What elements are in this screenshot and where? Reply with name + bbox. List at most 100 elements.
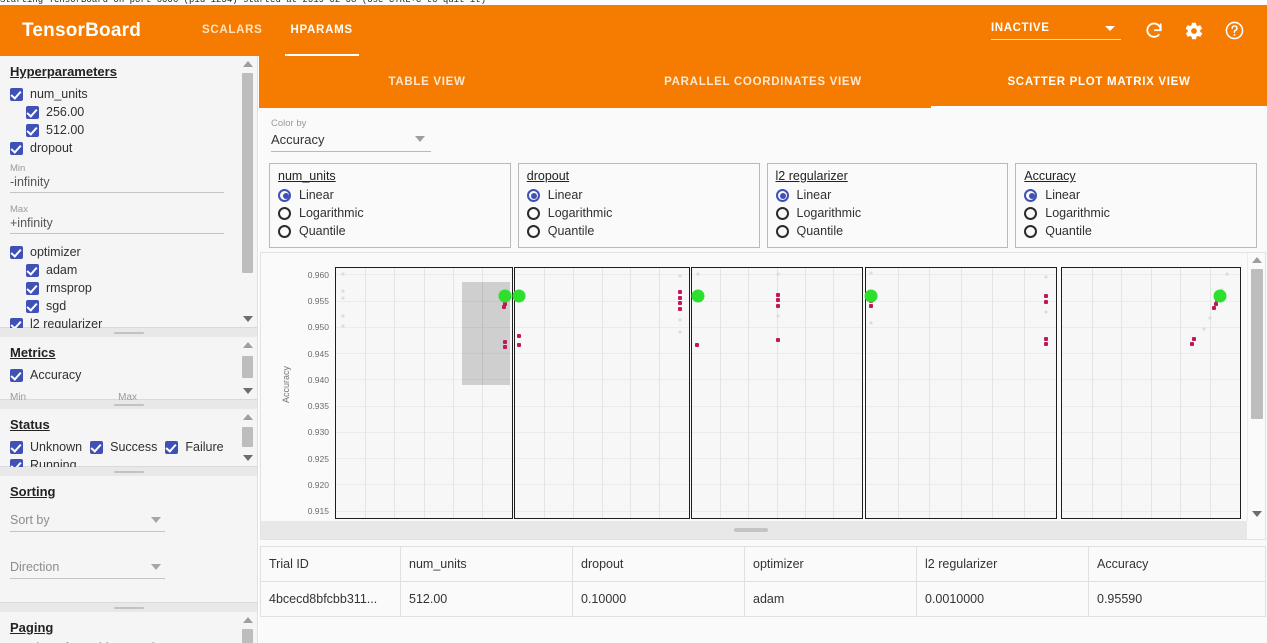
hparam-checkbox-num_units[interactable]: num_units	[10, 85, 247, 103]
panel-resize-grip[interactable]	[0, 603, 257, 612]
radio-icon[interactable]	[526, 224, 540, 238]
scrollbar-thumb[interactable]	[242, 73, 253, 273]
radio-l2-logarithmic[interactable]: Logarithmic	[775, 204, 1000, 222]
radio-accuracy-logarithmic[interactable]: Logarithmic	[1024, 204, 1248, 222]
scatter-point[interactable]	[678, 290, 683, 295]
column-header-accuracy[interactable]: Accuracy	[1088, 546, 1266, 582]
scatter-point[interactable]	[869, 271, 873, 275]
matrix-horizontal-scrollbar[interactable]	[261, 521, 1247, 539]
scatter-point[interactable]	[678, 306, 683, 311]
scatter-point[interactable]	[776, 303, 781, 308]
checkbox-icon[interactable]	[26, 263, 39, 277]
direction-select[interactable]: Direction	[10, 560, 165, 579]
scatter-point[interactable]	[776, 314, 780, 318]
panel-resize-grip[interactable]	[0, 467, 257, 476]
scatter-point[interactable]	[691, 289, 705, 303]
hparam-value-256[interactable]: 256.00	[10, 103, 247, 121]
hparam-value-rmsprop[interactable]: rmsprop	[10, 279, 247, 297]
scatter-point[interactable]	[868, 303, 873, 308]
nav-tab-scalars[interactable]: SCALARS	[188, 5, 277, 56]
scatter-point[interactable]	[696, 272, 700, 276]
scatter-point[interactable]	[776, 298, 781, 303]
checkbox-icon[interactable]	[26, 281, 39, 295]
radio-icon[interactable]	[526, 188, 540, 202]
scatter-point[interactable]	[1044, 342, 1049, 347]
scatter-point[interactable]	[869, 321, 873, 325]
table-row[interactable]: 4bcecd8bfcbb311... 512.00 0.10000 adam 0…	[260, 581, 1266, 617]
scatter-point[interactable]	[1213, 289, 1227, 303]
radio-icon[interactable]	[775, 206, 789, 220]
tab-table-view[interactable]: TABLE VIEW	[259, 56, 595, 108]
scrollbar-thumb[interactable]	[1251, 269, 1263, 419]
checkbox-icon[interactable]	[10, 141, 23, 155]
hparam-value-sgd[interactable]: sgd	[10, 297, 247, 315]
radio-icon[interactable]	[1024, 206, 1038, 220]
checkbox-icon[interactable]	[10, 87, 23, 101]
status-checkbox-failure[interactable]: Failure	[165, 438, 224, 456]
panel-resize-grip[interactable]	[0, 400, 257, 409]
status-scrollbar[interactable]	[241, 414, 255, 461]
scrollbar-thumb[interactable]	[242, 427, 253, 447]
scatter-point[interactable]	[694, 342, 699, 347]
metrics-scrollbar[interactable]	[241, 342, 255, 394]
radio-icon[interactable]	[278, 224, 291, 238]
panel-resize-grip[interactable]	[0, 328, 257, 337]
checkbox-icon[interactable]	[10, 245, 23, 259]
scatter-point[interactable]	[1208, 316, 1212, 320]
scroll-down-icon[interactable]	[243, 316, 253, 322]
hparam-value-512[interactable]: 512.00	[10, 121, 247, 139]
scatter-point[interactable]	[341, 296, 345, 300]
scatter-point[interactable]	[1191, 337, 1196, 342]
scatter-point[interactable]	[341, 314, 345, 318]
scatter-point[interactable]	[678, 295, 683, 300]
scatter-point[interactable]	[498, 289, 512, 303]
tab-scatter-plot-matrix-view[interactable]: SCATTER PLOT MATRIX VIEW	[931, 56, 1267, 108]
scroll-up-icon[interactable]	[243, 617, 253, 623]
sort-by-select[interactable]: Sort by	[10, 513, 165, 532]
dropout-min-field[interactable]: Min -infinity	[10, 163, 247, 193]
radio-icon[interactable]	[775, 188, 789, 202]
scatter-point[interactable]	[341, 324, 345, 328]
scatter-cell[interactable]	[864, 267, 1057, 519]
scroll-down-icon[interactable]	[243, 455, 253, 461]
matrix-vertical-scrollbar[interactable]	[1247, 253, 1265, 521]
scatter-plot-matrix[interactable]: Accuracy 0.960 0.955 0.950 0.945 0.940 0.935 0…	[260, 252, 1266, 540]
scatter-point[interactable]	[1190, 341, 1195, 346]
radio-num_units-quantile[interactable]: Quantile	[278, 222, 502, 240]
scroll-up-icon[interactable]	[243, 414, 253, 420]
radio-icon[interactable]	[775, 224, 789, 238]
nav-tab-hparams[interactable]: HPARAMS	[277, 5, 367, 56]
radio-num_units-logarithmic[interactable]: Logarithmic	[278, 204, 502, 222]
scrollbar-thumb[interactable]	[242, 356, 253, 378]
scatter-point[interactable]	[502, 305, 507, 310]
scatter-point[interactable]	[517, 342, 522, 347]
scatter-point[interactable]	[502, 344, 507, 349]
radio-icon[interactable]	[278, 206, 291, 220]
scatter-point[interactable]	[512, 289, 526, 303]
scroll-down-icon[interactable]	[243, 388, 253, 394]
checkbox-icon[interactable]	[10, 440, 23, 454]
radio-dropout-logarithmic[interactable]: Logarithmic	[526, 204, 751, 222]
help-icon[interactable]	[1221, 18, 1247, 44]
scatter-point[interactable]	[864, 289, 878, 303]
radio-icon[interactable]	[278, 188, 291, 202]
scatter-point[interactable]	[1044, 294, 1049, 298]
hparam-checkbox-optimizer[interactable]: optimizer	[10, 243, 247, 261]
scatter-point[interactable]	[502, 339, 507, 344]
hparam-checkbox-dropout[interactable]: dropout	[10, 139, 247, 157]
radio-dropout-quantile[interactable]: Quantile	[526, 222, 751, 240]
scatter-point[interactable]	[678, 318, 682, 322]
scatter-point[interactable]	[341, 289, 345, 293]
scatter-cell[interactable]	[335, 267, 513, 519]
scatter-point[interactable]	[1212, 305, 1217, 310]
radio-l2-quantile[interactable]: Quantile	[775, 222, 1000, 240]
scatter-point[interactable]	[678, 330, 682, 334]
radio-accuracy-linear[interactable]: Linear	[1024, 186, 1248, 204]
scatter-point[interactable]	[1202, 327, 1206, 331]
scroll-up-icon[interactable]	[243, 342, 253, 348]
scroll-up-icon[interactable]	[1252, 257, 1262, 263]
scroll-up-icon[interactable]	[243, 61, 253, 67]
scatter-point[interactable]	[1044, 310, 1048, 314]
scatter-point[interactable]	[1044, 299, 1049, 304]
scatter-point[interactable]	[678, 274, 682, 278]
